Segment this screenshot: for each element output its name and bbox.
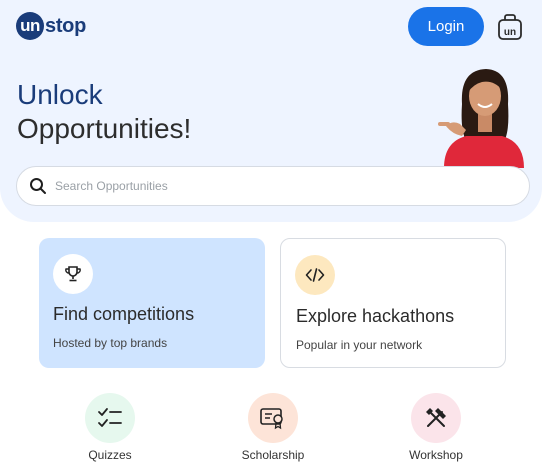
find-competitions-card[interactable]: Find competitions Hosted by top brands (39, 238, 265, 368)
code-badge (295, 255, 335, 295)
explore-hackathons-card[interactable]: Explore hackathons Popular in your netwo… (280, 238, 506, 368)
certificate-icon (260, 408, 283, 430)
card-title: Explore hackathons (296, 306, 455, 326)
category-quizzes[interactable]: Quizzes (65, 393, 155, 462)
bag-icon-text: un (504, 27, 516, 38)
search-input[interactable] (55, 179, 495, 193)
card-subtitle: Popular in your network (296, 338, 423, 352)
headline-line-2: Opportunities! (17, 113, 192, 144)
logo-mark: un (16, 12, 44, 40)
code-icon (305, 268, 325, 282)
category-label: Workshop (409, 448, 463, 462)
category-workshop[interactable]: Workshop (391, 393, 481, 462)
trophy-icon (65, 266, 81, 282)
hero-person-illustration (438, 69, 524, 168)
logo-text: stop (45, 14, 87, 37)
headline-line-1: Unlock (17, 79, 103, 110)
scholarship-badge (248, 393, 298, 443)
card-title: Find competitions (53, 304, 195, 324)
checklist-icon (98, 408, 122, 427)
category-label: Quizzes (88, 448, 132, 462)
hero-headline: Unlock Opportunities! (17, 78, 191, 146)
tools-icon (426, 408, 446, 427)
card-subtitle: Hosted by top brands (53, 336, 168, 350)
search-bar[interactable] (16, 166, 530, 206)
workshop-badge (411, 393, 461, 443)
search-icon (30, 178, 46, 194)
category-label: Scholarship (241, 448, 305, 462)
bag-icon[interactable]: un (497, 13, 523, 41)
login-button[interactable]: Login (408, 7, 484, 46)
trophy-badge (53, 254, 93, 294)
category-scholarship[interactable]: Scholarship (228, 393, 318, 462)
quizzes-badge (85, 393, 135, 443)
unstop-logo[interactable]: un stop (16, 12, 86, 40)
